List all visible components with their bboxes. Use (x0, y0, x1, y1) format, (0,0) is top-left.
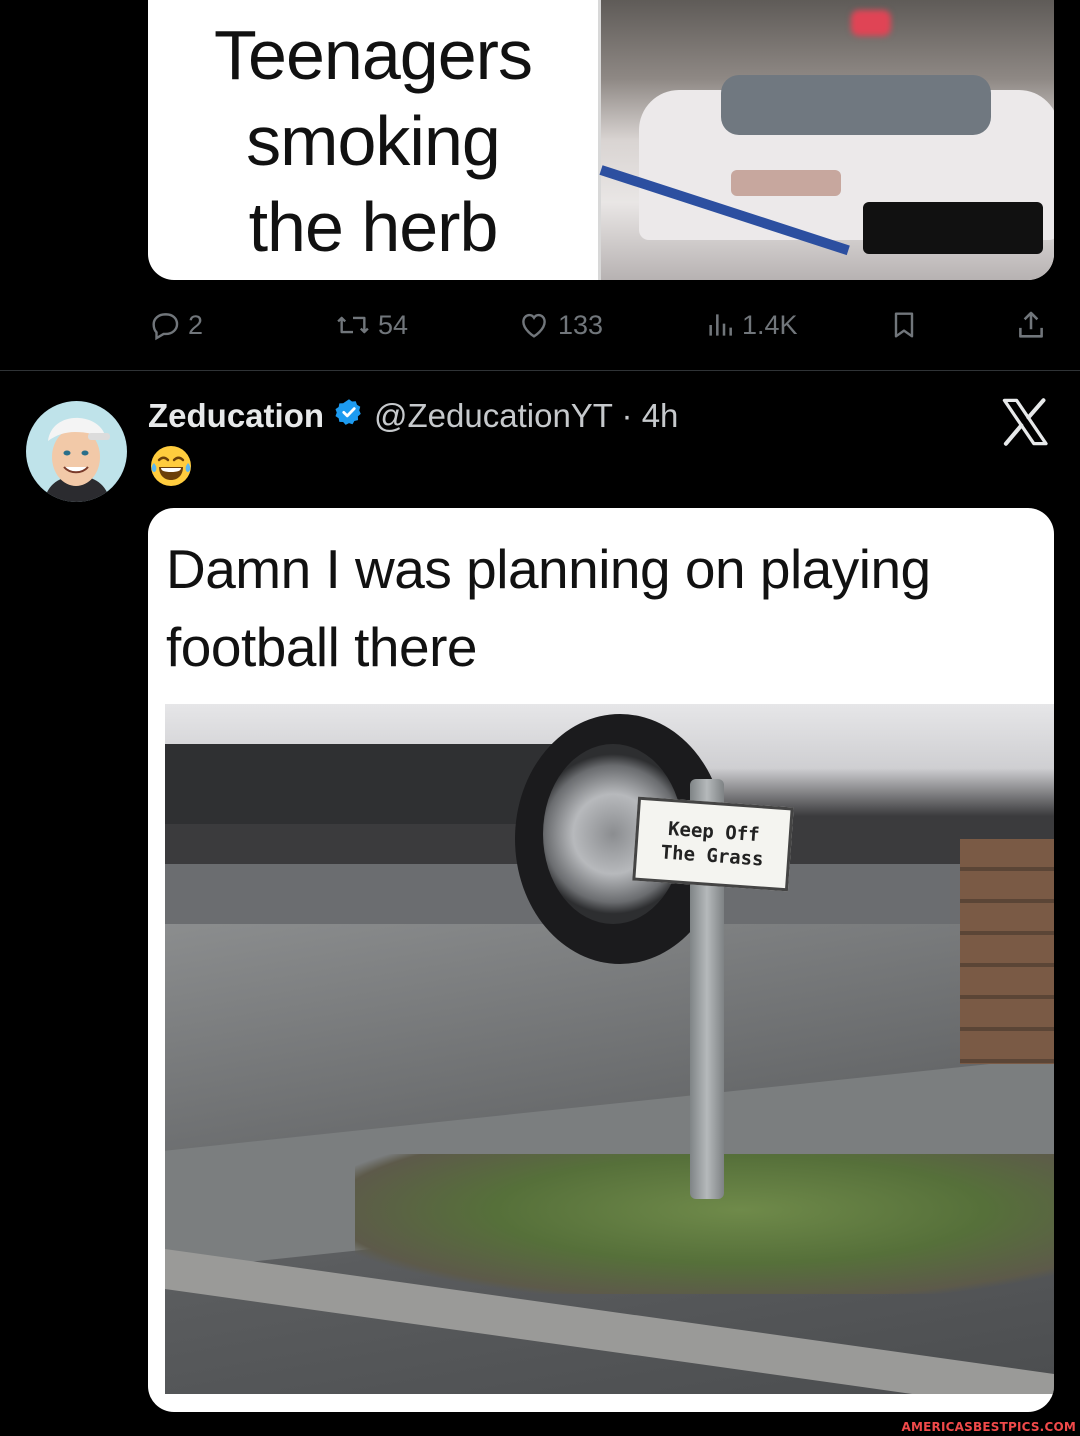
prev-tweet-media[interactable]: Teenagers smoking the herb (148, 0, 1054, 280)
views-count: 1.4K (742, 309, 798, 340)
reply-count: 2 (188, 309, 204, 340)
x-logo-icon (999, 397, 1051, 452)
meme-line: smoking (246, 102, 501, 180)
meme-line: Teenagers (214, 16, 533, 94)
handle-and-time[interactable]: @ZeducationYT · 4h (374, 397, 678, 435)
tweet-header: Zeducation @ZeducationYT · 4h (148, 394, 678, 438)
repost-button[interactable]: 54 (334, 303, 408, 347)
share-icon (1014, 308, 1048, 342)
keep-off-grass-sign: Keep Off The Grass (632, 796, 794, 892)
brick-wall (960, 839, 1054, 1064)
like-button[interactable]: 133 (516, 303, 603, 347)
tweet-media[interactable]: Damn I was planning on playing football … (148, 508, 1054, 1412)
car-bumper (165, 744, 565, 824)
laughing-emoji-icon: 😂 (150, 445, 192, 492)
watermark: AMERICASBESTPICS.COM (901, 1420, 1076, 1434)
meme-text: Teenagers smoking the herb (148, 12, 598, 270)
repost-icon (334, 308, 372, 342)
action-bar: 2 54 133 1.4K (0, 303, 1080, 347)
siren-light (851, 10, 891, 36)
tweet-divider (0, 370, 1080, 371)
bookmark-button[interactable] (888, 303, 920, 347)
verified-badge-icon (334, 397, 364, 435)
views-icon (704, 308, 736, 342)
views-button[interactable]: 1.4K (704, 303, 798, 347)
car-window (721, 75, 991, 135)
heart-icon (516, 308, 552, 342)
author-name[interactable]: Zeducation (148, 397, 324, 435)
avatar[interactable] (26, 401, 127, 502)
car-grille (863, 202, 1043, 254)
police-car-photo (598, 0, 1054, 280)
reply-icon (148, 308, 182, 342)
repost-count: 54 (378, 309, 409, 340)
reply-button[interactable]: 2 (148, 303, 203, 347)
meme-line: the herb (248, 188, 499, 266)
like-count: 133 (558, 309, 604, 340)
share-button[interactable] (1014, 303, 1048, 347)
meme-caption: Damn I was planning on playing football … (166, 538, 931, 678)
car-headlight (731, 170, 841, 196)
keep-off-grass-photo: Keep Off The Grass (165, 704, 1054, 1394)
bookmark-icon (888, 308, 920, 342)
